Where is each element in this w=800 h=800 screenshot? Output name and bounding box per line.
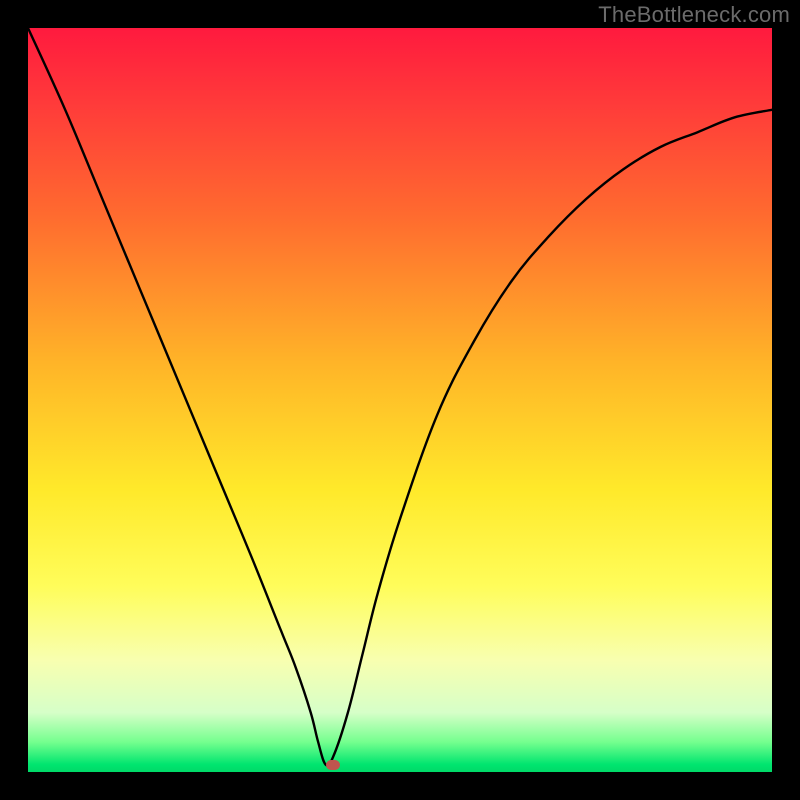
chart-frame: TheBottleneck.com [0, 0, 800, 800]
plot-area [28, 28, 772, 772]
watermark-text: TheBottleneck.com [598, 2, 790, 28]
optimum-marker [326, 760, 340, 770]
bottleneck-curve [28, 28, 772, 772]
